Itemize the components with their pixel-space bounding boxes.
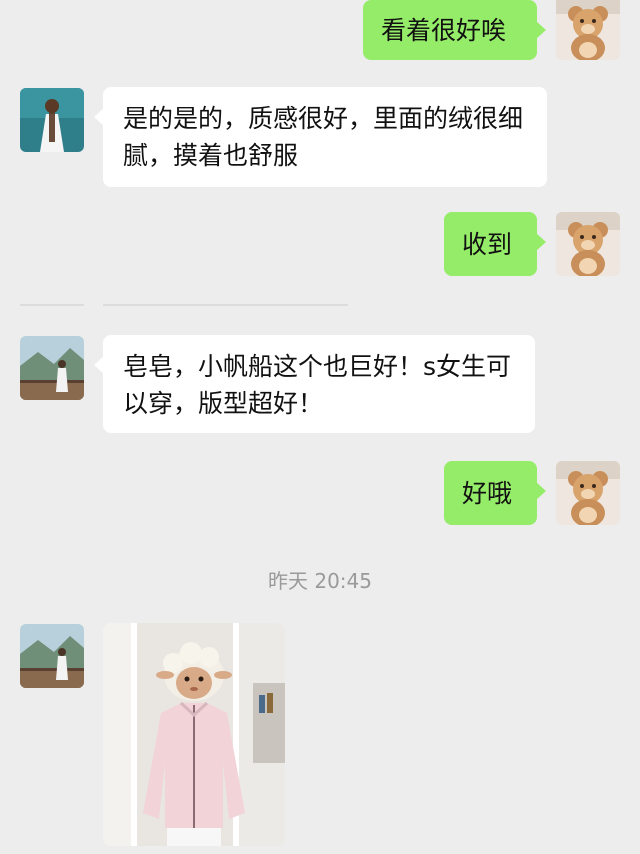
message-text: 皂皂，小帆船这个也巨好！s女生可以穿，版型超好！ [123,352,512,418]
message-text: 收到 [462,230,513,259]
person-in-white-dress-icon [20,88,84,152]
contact-avatar[interactable] [20,336,84,400]
message-text: 好哦 [462,479,513,508]
self-avatar[interactable] [556,0,620,60]
teddy-bear-icon [556,461,620,525]
image-message[interactable] [103,623,285,846]
mountain-landscape-icon [20,624,84,688]
message-timestamp: 昨天 20:45 [268,569,372,593]
mountain-landscape-icon [20,336,84,400]
contact-avatar[interactable] [20,88,84,152]
message-text: 是的是的，质感很好，里面的绒很细腻，摸着也舒服 [123,104,524,170]
message-bubble-outgoing[interactable]: 好哦 [444,461,546,525]
self-avatar[interactable] [556,461,620,525]
message-text: 看着很好唉 [381,16,507,45]
contact-avatar[interactable] [20,624,84,688]
message-bubble-incoming[interactable]: 皂皂，小帆船这个也巨好！s女生可以穿，版型超好！ [94,335,535,433]
divider [20,304,84,306]
divider [103,304,348,306]
teddy-bear-icon [556,0,620,60]
message-bubble-incoming[interactable]: 是的是的，质感很好，里面的绒很细腻，摸着也舒服 [94,87,547,187]
teddy-bear-icon [556,212,620,276]
message-bubble-outgoing[interactable]: 看着很好唉 [363,0,546,60]
message-bubble-outgoing[interactable]: 收到 [444,212,546,276]
self-avatar[interactable] [556,212,620,276]
